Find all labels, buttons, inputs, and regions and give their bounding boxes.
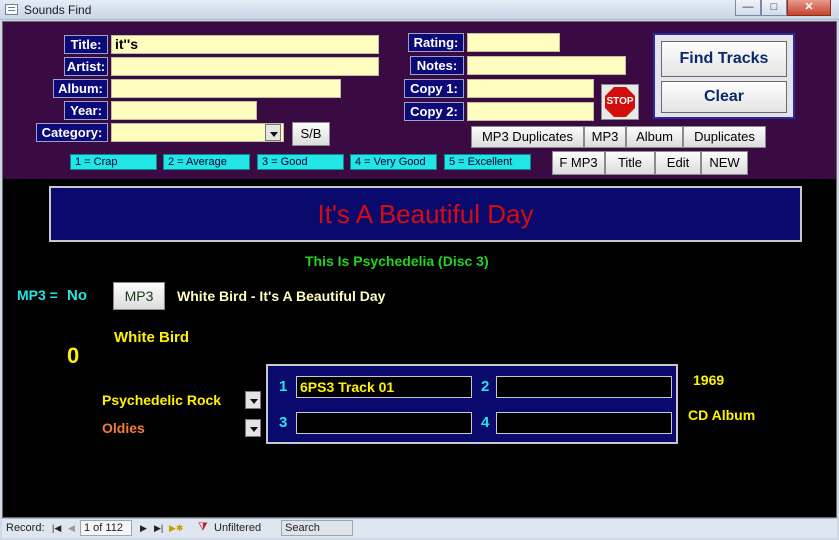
filter-off-icon: ⧩: [198, 521, 208, 533]
genre-secondary: Oldies: [102, 420, 145, 436]
rating-input[interactable]: [467, 33, 560, 52]
find-tracks-button[interactable]: Find Tracks: [661, 41, 787, 77]
genre-secondary-dropdown-icon[interactable]: [245, 419, 261, 437]
copy-number: 4: [481, 414, 490, 431]
artist-input[interactable]: [111, 57, 379, 76]
notes-label: Notes:: [410, 56, 464, 75]
rating-label: Rating:: [408, 33, 464, 52]
year-label: Year:: [64, 101, 108, 120]
rating-key-1: 1 = Crap: [70, 154, 157, 170]
copy-number: 2: [481, 378, 490, 395]
rating-key-5: 5 = Excellent: [444, 154, 531, 170]
genre-primary: Psychedelic Rock: [102, 392, 222, 408]
notes-input[interactable]: [467, 56, 626, 75]
mp3-status-label: MP3 =: [17, 287, 58, 303]
category-label: Category:: [36, 123, 108, 142]
f-mp3-button[interactable]: F MP3: [552, 151, 605, 175]
media-format: CD Album: [688, 407, 756, 423]
album-label: Album:: [53, 79, 108, 98]
rating-key-4: 4 = Very Good: [350, 154, 437, 170]
minimize-button[interactable]: —: [735, 0, 761, 16]
rating-key-3: 3 = Good: [257, 154, 344, 170]
title-sort-button[interactable]: Title: [605, 151, 655, 175]
stop-sign-icon: STOP: [605, 87, 635, 117]
rating-key-2: 2 = Average: [163, 154, 250, 170]
new-button[interactable]: NEW: [701, 151, 748, 175]
track-title: White Bird: [114, 329, 189, 346]
copy-field[interactable]: [496, 376, 672, 398]
previous-record-icon[interactable]: ◀: [68, 523, 75, 534]
duplicates-button[interactable]: Duplicates: [683, 126, 766, 148]
release-year: 1969: [693, 372, 725, 388]
window-titlebar[interactable]: Sounds Find — □ ✕: [0, 0, 839, 20]
record-navigation-bar: Record: |◀ ◀ 1 of 112 ▶ ▶| ▶✱ ⧩ Unfilter…: [2, 518, 837, 538]
edit-button[interactable]: Edit: [655, 151, 701, 175]
title-input[interactable]: it''s: [111, 35, 379, 54]
copy1-input[interactable]: [467, 79, 594, 98]
next-record-icon[interactable]: ▶: [140, 523, 147, 534]
first-record-icon[interactable]: |◀: [52, 523, 61, 534]
copies-panel: 1 6PS3 Track 01 2 3 4: [266, 364, 678, 444]
category-select[interactable]: [111, 123, 284, 142]
sb-button[interactable]: S/B: [292, 122, 330, 146]
track-rating: 0: [67, 343, 80, 368]
record-label: Record:: [6, 522, 45, 534]
filter-status[interactable]: Unfiltered: [214, 522, 261, 534]
artist-banner: It's A Beautiful Day: [49, 186, 802, 242]
copy-field[interactable]: [296, 412, 472, 434]
copy-number: 3: [279, 414, 288, 431]
album-name: This Is Psychedelia (Disc 3): [305, 253, 489, 269]
mp3-play-button[interactable]: MP3: [113, 282, 165, 310]
album-input[interactable]: [111, 79, 341, 98]
copy1-label: Copy 1:: [404, 79, 464, 98]
title-label: Title:: [64, 35, 108, 54]
stop-button[interactable]: STOP: [601, 84, 639, 120]
track-full-title: White Bird - It's A Beautiful Day: [177, 288, 386, 304]
mp3-duplicates-button[interactable]: MP3 Duplicates: [471, 126, 584, 148]
genre-primary-dropdown-icon[interactable]: [245, 391, 261, 409]
app-form-icon: [5, 4, 18, 15]
last-record-icon[interactable]: ▶|: [154, 523, 163, 534]
copy-field[interactable]: 6PS3 Track 01: [296, 376, 472, 398]
mp3-filter-button[interactable]: MP3: [584, 126, 626, 148]
album-button[interactable]: Album: [626, 126, 683, 148]
maximize-button[interactable]: □: [761, 0, 787, 16]
new-record-icon[interactable]: ▶✱: [169, 523, 183, 534]
window-title: Sounds Find: [24, 3, 92, 17]
year-input[interactable]: [111, 101, 257, 120]
artist-label: Artist:: [64, 57, 108, 76]
category-dropdown-icon[interactable]: [265, 124, 281, 141]
current-record-field[interactable]: 1 of 112: [80, 520, 132, 536]
copy2-label: Copy 2:: [404, 102, 464, 121]
copy2-input[interactable]: [467, 102, 594, 121]
mp3-status-value: No: [67, 287, 87, 304]
close-button[interactable]: ✕: [787, 0, 831, 16]
copy-number: 1: [279, 378, 288, 395]
find-panel: Find Tracks Clear: [653, 33, 795, 119]
clear-button[interactable]: Clear: [661, 81, 787, 113]
copy-field[interactable]: [496, 412, 672, 434]
search-input[interactable]: Search: [281, 520, 353, 536]
